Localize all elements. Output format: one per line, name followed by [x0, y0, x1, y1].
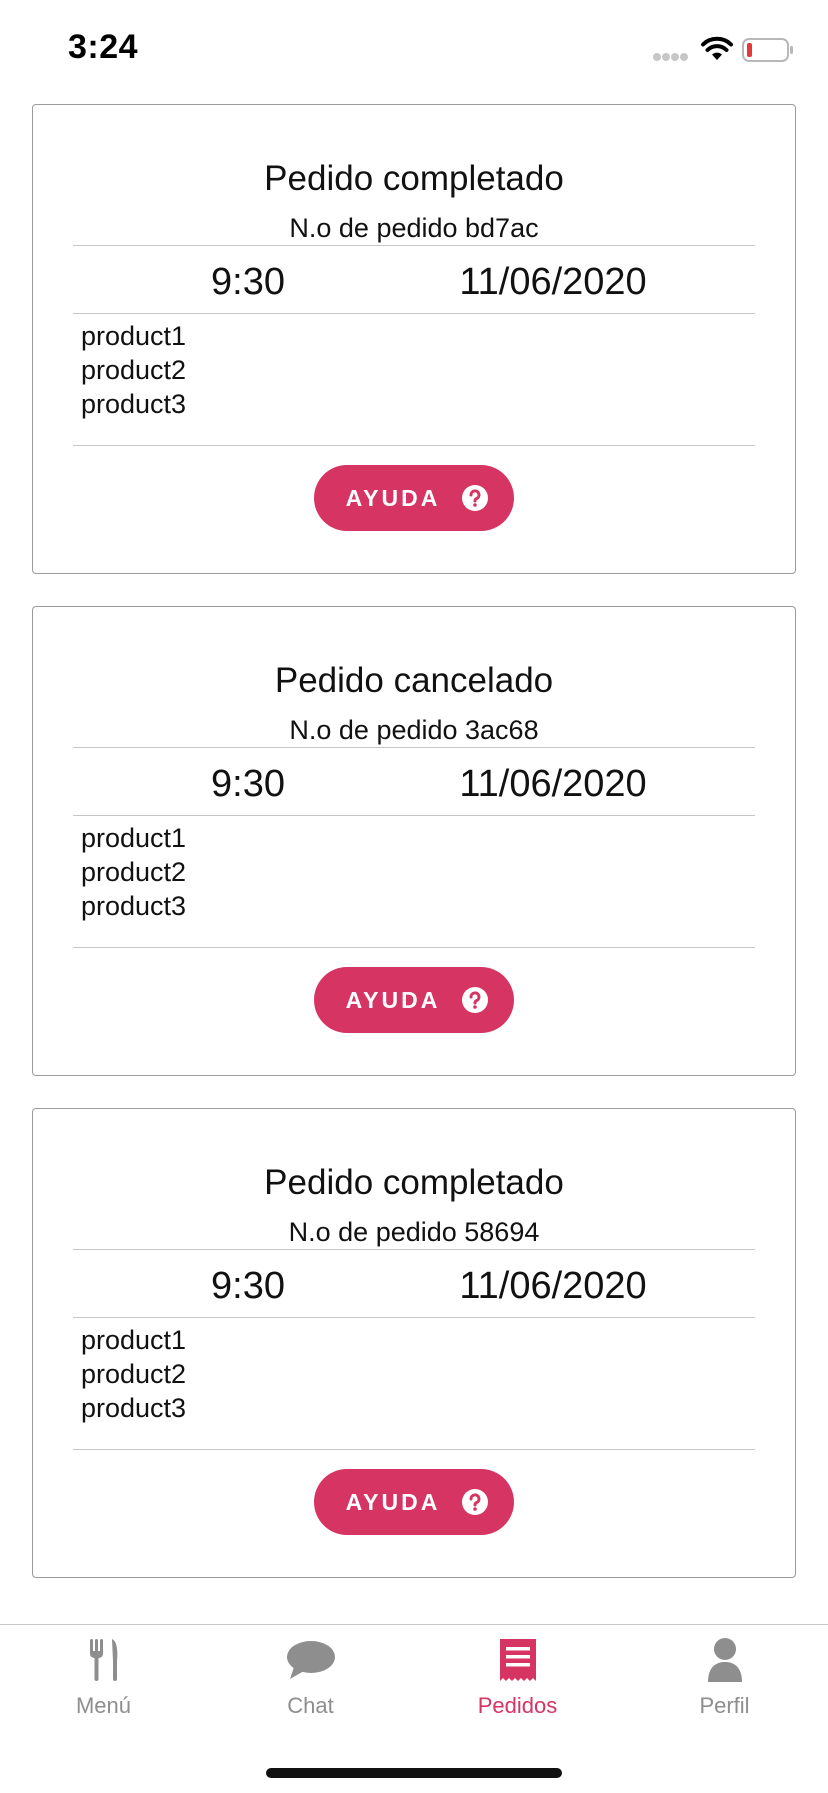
question-circle-icon	[462, 1489, 489, 1515]
order-card: Pedido completado N.o de pedido bd7ac 9:…	[32, 104, 796, 574]
tab-label: Pedidos	[477, 1693, 558, 1718]
chat-bubble-icon	[286, 1641, 335, 1679]
help-button-label: AYUDA	[345, 986, 441, 1013]
order-card: Pedido cancelado N.o de pedido 3ac68 9:3…	[32, 606, 796, 1076]
product-item: product2	[81, 1359, 187, 1389]
tab-menu[interactable]: Menú	[0, 1625, 207, 1735]
help-button-label: AYUDA	[345, 484, 441, 511]
question-circle-icon	[462, 485, 489, 511]
wifi-icon	[701, 36, 733, 60]
order-number: N.o de pedido 3ac68	[289, 715, 539, 745]
order-time: 9:30	[211, 261, 285, 303]
order-status: Pedido completado	[264, 1163, 564, 1202]
cellular-signal-icon	[653, 53, 688, 61]
divider	[73, 815, 755, 816]
product-item: product3	[81, 891, 187, 921]
divider	[73, 947, 755, 948]
order-status: Pedido completado	[264, 159, 564, 198]
tab-pedidos[interactable]: Pedidos	[414, 1625, 621, 1735]
product-item: product1	[81, 321, 187, 351]
product-item: product3	[81, 1393, 187, 1423]
help-button-label: AYUDA	[345, 1488, 441, 1515]
tab-label: Perfil	[699, 1693, 750, 1718]
order-time: 9:30	[211, 763, 285, 805]
help-button[interactable]: AYUDA	[314, 465, 514, 531]
tab-perfil[interactable]: Perfil	[621, 1625, 828, 1735]
product-item: product1	[81, 1325, 187, 1355]
receipt-icon	[499, 1639, 536, 1681]
product-list: product1 product2 product3	[81, 1323, 186, 1425]
order-date: 11/06/2020	[459, 763, 647, 805]
product-item: product3	[81, 389, 187, 419]
help-button[interactable]: AYUDA	[314, 1469, 514, 1535]
order-date: 11/06/2020	[459, 1265, 647, 1307]
divider	[73, 1249, 755, 1250]
fork-knife-icon	[89, 1639, 117, 1681]
order-date: 11/06/2020	[459, 261, 647, 303]
status-time: 3:24	[68, 28, 139, 66]
order-time: 9:30	[211, 1265, 285, 1307]
product-item: product2	[81, 355, 187, 385]
tab-label: Chat	[287, 1693, 334, 1718]
question-circle-icon	[462, 987, 489, 1013]
battery-icon	[742, 38, 793, 62]
divider	[73, 313, 755, 314]
product-item: product1	[81, 823, 187, 853]
tab-chat[interactable]: Chat	[207, 1625, 414, 1735]
home-indicator	[266, 1768, 562, 1778]
status-bar: 3:24	[0, 0, 828, 96]
divider	[73, 747, 755, 748]
order-number: N.o de pedido bd7ac	[289, 213, 539, 243]
divider	[73, 1449, 755, 1450]
product-list: product1 product2 product3	[81, 319, 186, 421]
order-status: Pedido cancelado	[274, 661, 554, 700]
divider	[73, 245, 755, 246]
divider	[73, 445, 755, 446]
order-number: N.o de pedido 58694	[288, 1217, 540, 1247]
order-list: Pedido completado N.o de pedido bd7ac 9:…	[32, 104, 796, 1610]
product-list: product1 product2 product3	[81, 821, 186, 923]
divider	[73, 1317, 755, 1318]
person-icon	[707, 1638, 742, 1682]
order-card: Pedido completado N.o de pedido 58694 9:…	[32, 1108, 796, 1578]
product-item: product2	[81, 857, 187, 887]
tab-label: Menú	[75, 1693, 132, 1718]
help-button[interactable]: AYUDA	[314, 967, 514, 1033]
